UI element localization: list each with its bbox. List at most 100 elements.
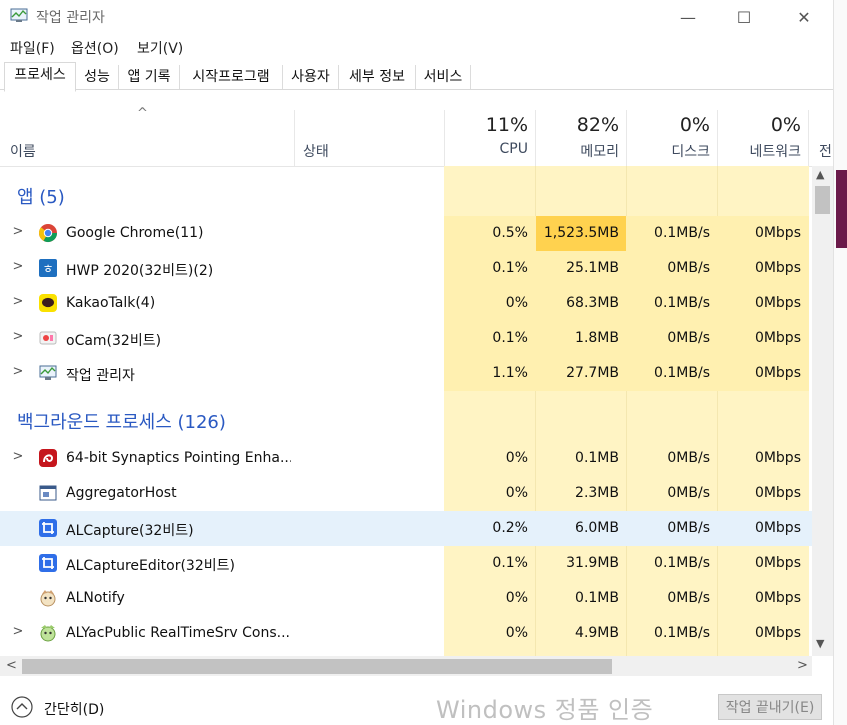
scroll-left-icon[interactable]: < bbox=[6, 658, 17, 673]
process-network: 0Mbps bbox=[754, 485, 801, 501]
fewer-details-link[interactable]: 간단히(D) bbox=[44, 699, 104, 719]
process-row[interactable]: > Google Chrome(11) 0.5% 1,523.5MB 0.1MB/s 0M… bbox=[0, 216, 812, 251]
process-row[interactable]: ALNotify 0% 0.1MB 0MB/s 0Mbps bbox=[0, 581, 812, 616]
vertical-scrollbar[interactable] bbox=[812, 166, 833, 656]
column-network[interactable]: 네트워크 bbox=[722, 141, 801, 161]
process-network: 0Mbps bbox=[754, 625, 801, 641]
chrome-icon bbox=[38, 223, 58, 243]
expand-chevron-icon[interactable]: > bbox=[12, 329, 24, 344]
column-power[interactable]: 전 bbox=[819, 141, 833, 161]
expand-chevron-icon[interactable]: > bbox=[12, 624, 24, 639]
process-disk: 0MB/s bbox=[667, 450, 710, 466]
process-memory: 4.9MB bbox=[575, 625, 619, 641]
column-disk[interactable]: 디스크 bbox=[631, 141, 710, 161]
tab-startup[interactable]: 시작프로그램 bbox=[180, 65, 283, 89]
menu-options[interactable]: 옵션(O) bbox=[71, 38, 119, 58]
process-network: 0Mbps bbox=[754, 330, 801, 346]
background-window-image bbox=[836, 170, 847, 248]
activation-watermark: Windows 정품 인증 bbox=[436, 696, 654, 724]
scroll-down-icon[interactable]: ▼ bbox=[816, 637, 824, 650]
scroll-right-icon[interactable]: > bbox=[797, 658, 808, 673]
group-background-title: 백그라운드 프로세스 (126) bbox=[17, 412, 226, 433]
process-network: 0Mbps bbox=[754, 555, 801, 571]
process-network: 0Mbps bbox=[754, 450, 801, 466]
process-row[interactable]: >64-bit Synaptics Pointing Enha... 0% 0.1M… bbox=[0, 441, 812, 476]
process-cpu: 0% bbox=[505, 625, 528, 641]
expand-chevron-icon[interactable]: > bbox=[12, 294, 24, 309]
process-cpu: 0.1% bbox=[492, 260, 528, 276]
menu-view[interactable]: 보기(V) bbox=[137, 38, 183, 58]
task-manager-icon bbox=[10, 8, 28, 22]
process-name: 작업 관리자 bbox=[66, 368, 135, 384]
process-cpu: 0% bbox=[505, 485, 528, 501]
expand-chevron-icon[interactable]: > bbox=[12, 364, 24, 379]
scroll-up-icon[interactable]: ▲ bbox=[816, 168, 824, 181]
process-cpu: 0.2% bbox=[492, 520, 528, 536]
process-row[interactable]: AggregatorHost 0% 2.3MB 0MB/s 0Mbps bbox=[0, 476, 812, 511]
process-row[interactable]: > 작업 관리자 1.1% 27.7MB 0.1MB/s 0Mbps bbox=[0, 356, 812, 391]
process-cpu: 0% bbox=[505, 590, 528, 606]
column-separator bbox=[808, 110, 809, 166]
process-name: KakaoTalk(4) bbox=[66, 295, 156, 311]
process-disk: 0.1MB/s bbox=[654, 225, 710, 241]
vertical-scroll-thumb[interactable] bbox=[815, 186, 830, 214]
collapse-up-icon[interactable] bbox=[10, 695, 34, 719]
tab-processes[interactable]: 프로세스 bbox=[4, 62, 76, 92]
process-row[interactable]: ALCaptureEditor(32비트) 0.1% 31.9MB 0.1MB/s 0M… bbox=[0, 546, 812, 581]
process-cpu: 0% bbox=[505, 450, 528, 466]
column-separator bbox=[444, 110, 445, 166]
alnotify-icon bbox=[38, 588, 58, 608]
process-network: 0Mbps bbox=[754, 365, 801, 381]
memory-total[interactable]: 82% bbox=[540, 114, 619, 136]
expand-chevron-icon[interactable]: > bbox=[12, 259, 24, 274]
process-name: Google Chrome(11) bbox=[66, 225, 204, 241]
horizontal-scroll-thumb[interactable] bbox=[22, 659, 612, 674]
minimize-button[interactable]: — bbox=[665, 0, 711, 34]
process-row[interactable]: > oCam(32비트) 0.1% 1.8MB 0MB/s 0Mbps bbox=[0, 321, 812, 356]
network-total[interactable]: 0% bbox=[722, 114, 801, 136]
process-row[interactable]: > ALYacPublic RealTimeSrv Cons... 0% 4.9MB 0… bbox=[0, 616, 812, 651]
sort-up-icon[interactable]: ^ bbox=[137, 106, 148, 121]
close-button[interactable]: ✕ bbox=[781, 0, 827, 34]
column-separator bbox=[535, 110, 536, 166]
task-manager-icon bbox=[38, 363, 58, 383]
tab-services[interactable]: 서비스 bbox=[416, 65, 471, 89]
process-name: ALCapture(32비트) bbox=[66, 523, 194, 539]
process-disk: 0.1MB/s bbox=[654, 295, 710, 311]
footer bbox=[0, 688, 833, 725]
column-separator bbox=[717, 110, 718, 166]
process-disk: 0MB/s bbox=[667, 330, 710, 346]
column-separator bbox=[626, 110, 627, 166]
end-task-button[interactable]: 작업 끝내기(E) bbox=[718, 694, 822, 720]
process-name: ALCaptureEditor(32비트) bbox=[66, 558, 235, 574]
process-row[interactable]: > KakaoTalk(4) 0% 68.3MB 0.1MB/s 0Mbps bbox=[0, 286, 812, 321]
alcapture-editor-icon bbox=[38, 553, 58, 573]
process-network: 0Mbps bbox=[754, 225, 801, 241]
process-memory: 6.0MB bbox=[575, 520, 619, 536]
tab-details[interactable]: 세부 정보 bbox=[339, 65, 416, 89]
expand-chevron-icon[interactable]: > bbox=[12, 224, 24, 239]
tab-users[interactable]: 사용자 bbox=[283, 65, 339, 89]
process-row[interactable]: > ㅎ HWP 2020(32비트)(2) 0.1% 25.1MB 0MB/s 0Mbps bbox=[0, 251, 812, 286]
alyac-icon bbox=[38, 623, 58, 643]
menu-file[interactable]: 파일(F) bbox=[10, 38, 55, 58]
cpu-total[interactable]: 11% bbox=[450, 114, 528, 136]
process-disk: 0.1MB/s bbox=[654, 365, 710, 381]
kakaotalk-icon bbox=[38, 293, 58, 313]
process-cpu: 0.1% bbox=[492, 555, 528, 571]
process-disk: 0.1MB/s bbox=[654, 625, 710, 641]
column-memory[interactable]: 메모리 bbox=[540, 141, 619, 161]
column-status[interactable]: 상태 bbox=[303, 141, 329, 161]
expand-chevron-icon[interactable]: > bbox=[12, 449, 24, 464]
process-cpu: 0.5% bbox=[492, 225, 528, 241]
process-disk: 0MB/s bbox=[667, 590, 710, 606]
maximize-button[interactable]: ☐ bbox=[721, 0, 767, 34]
column-name[interactable]: 이름 bbox=[10, 141, 36, 161]
process-row[interactable]: ALCapture(32비트) 0.2% 6.0MB 0MB/s 0Mbps bbox=[0, 511, 812, 546]
disk-total[interactable]: 0% bbox=[631, 114, 710, 136]
tab-performance[interactable]: 성능 bbox=[76, 65, 119, 89]
alcapture-icon bbox=[38, 518, 58, 538]
process-name: ALNotify bbox=[66, 590, 125, 606]
tab-app-history[interactable]: 앱 기록 bbox=[119, 65, 180, 89]
column-cpu[interactable]: CPU bbox=[450, 141, 528, 157]
